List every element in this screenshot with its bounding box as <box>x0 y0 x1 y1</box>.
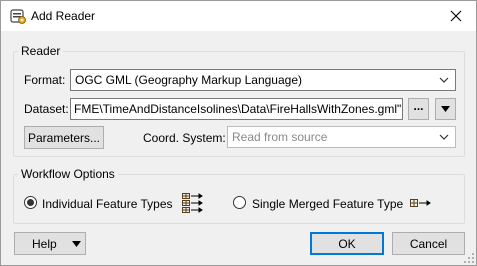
parameters-button-label: Parameters... <box>27 130 101 145</box>
individual-feature-types-label[interactable]: Individual Feature Types <box>42 197 173 211</box>
triangle-down-icon <box>441 106 450 112</box>
cancel-button-label: Cancel <box>409 236 448 251</box>
close-button[interactable] <box>436 1 476 31</box>
help-button-label: Help <box>32 237 57 251</box>
browse-button[interactable]: ... <box>408 98 429 120</box>
triangle-down-icon <box>72 241 81 247</box>
single-merged-feature-type-label[interactable]: Single Merged Feature Type <box>252 197 403 211</box>
fme-reader-icon <box>10 9 26 24</box>
add-reader-dialog: Add Reader Reader Format: OGC GML (Geogr… <box>0 0 477 266</box>
dataset-input[interactable]: FME\TimeAndDistanceIsolines\Data\FireHal… <box>70 98 403 120</box>
dialog-title: Add Reader <box>31 9 96 23</box>
title-bar: Add Reader <box>1 1 476 31</box>
dataset-input-value: FME\TimeAndDistanceIsolines\Data\FireHal… <box>74 102 402 116</box>
coord-system-select[interactable]: Read from source <box>227 126 456 148</box>
browse-button-label: ... <box>413 99 424 113</box>
format-label: Format: <box>24 73 66 87</box>
radio-selected-dot <box>27 199 34 206</box>
cancel-button[interactable]: Cancel <box>392 232 465 255</box>
dataset-dropdown-button[interactable] <box>435 98 456 120</box>
chevron-down-icon <box>439 77 449 83</box>
dataset-label: Dataset: <box>24 102 69 116</box>
coord-system-placeholder: Read from source <box>232 130 328 144</box>
format-select-value: OGC GML (Geography Markup Language) <box>75 73 302 87</box>
coord-system-label: Coord. System: <box>143 131 226 145</box>
resize-grip-icon[interactable] <box>464 253 474 263</box>
workflow-group-label: Workflow Options <box>18 167 118 181</box>
close-icon <box>450 10 462 22</box>
individual-feature-types-radio[interactable] <box>24 196 37 209</box>
reader-group-label: Reader <box>18 44 64 58</box>
help-button[interactable]: Help <box>14 232 86 255</box>
format-select[interactable]: OGC GML (Geography Markup Language) <box>70 69 456 91</box>
parameters-button[interactable]: Parameters... <box>24 126 104 149</box>
multiple-feature-types-icon <box>182 193 203 213</box>
single-feature-type-icon <box>410 199 431 207</box>
ok-button-label: OK <box>338 236 356 251</box>
chevron-down-icon <box>439 134 449 140</box>
ok-button[interactable]: OK <box>310 232 384 255</box>
single-merged-feature-type-radio[interactable] <box>233 196 246 209</box>
